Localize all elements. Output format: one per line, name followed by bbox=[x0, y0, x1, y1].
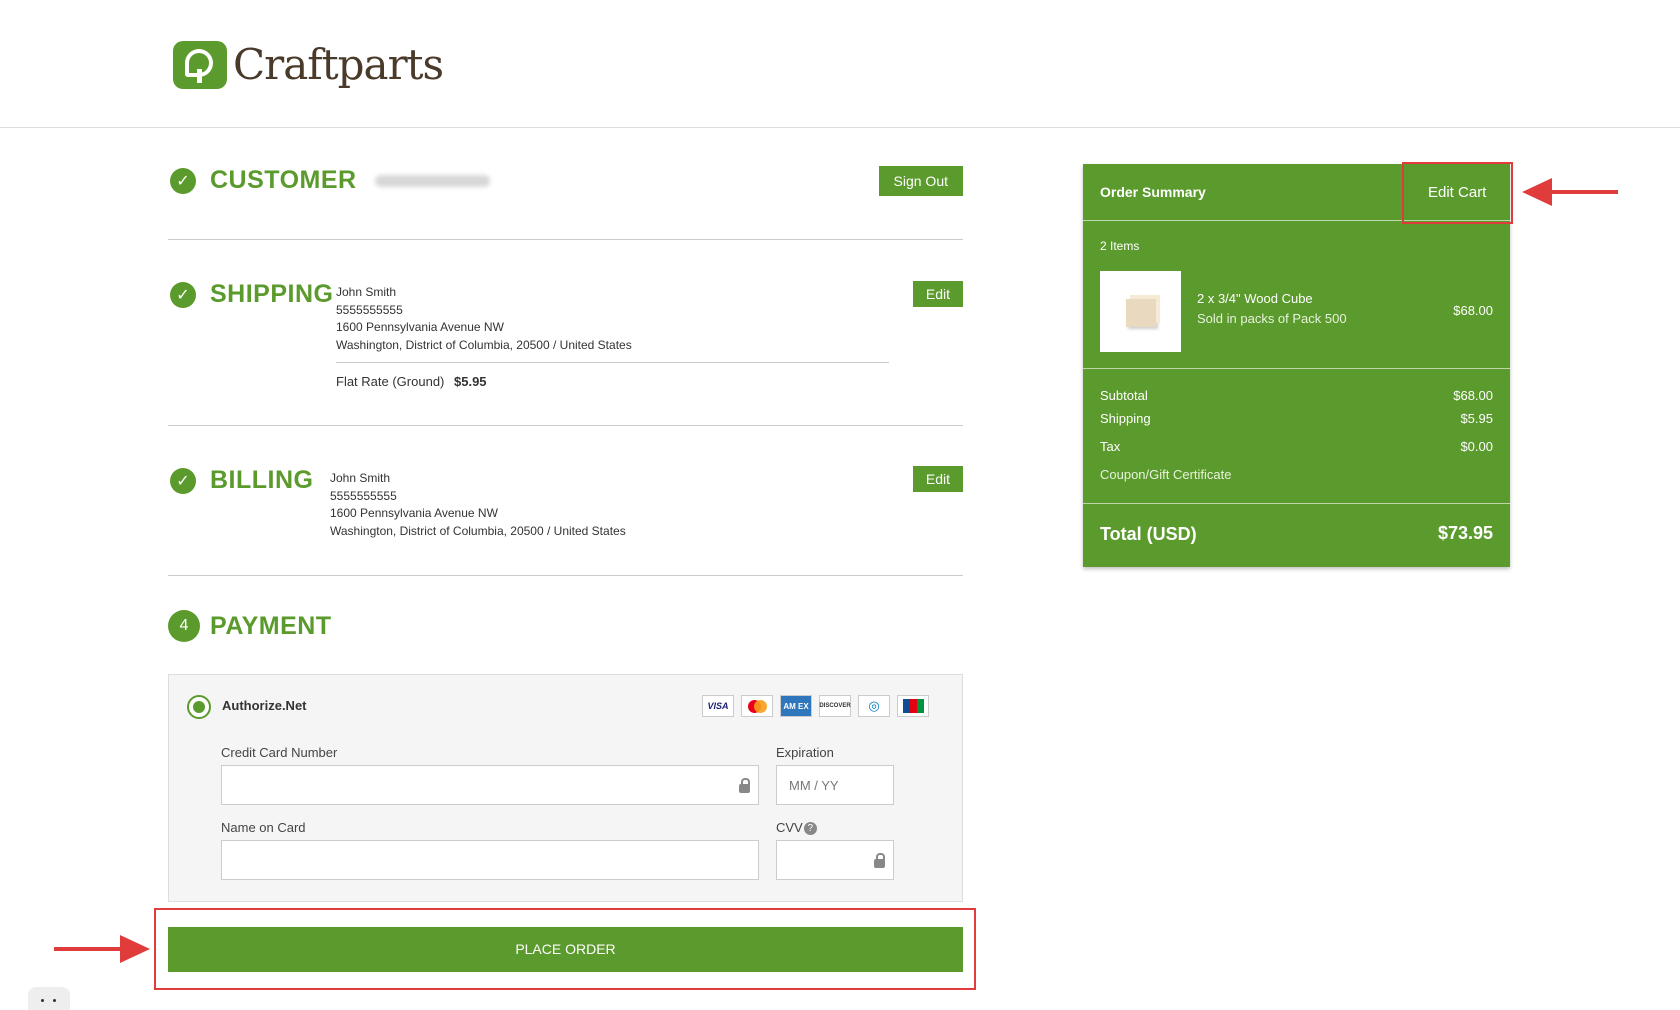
coupon-link[interactable]: Coupon/Gift Certificate bbox=[1100, 467, 1232, 482]
item-subtitle: Sold in packs of Pack 500 bbox=[1197, 311, 1347, 326]
shipping-method-price: $5.95 bbox=[454, 374, 487, 389]
name-on-card-input[interactable] bbox=[221, 840, 759, 880]
help-icon[interactable]: ? bbox=[803, 822, 817, 836]
product-thumbnail[interactable] bbox=[1100, 271, 1181, 352]
item-price: $68.00 bbox=[1453, 303, 1493, 318]
item-name: 2 x 3/4" Wood Cube bbox=[1197, 291, 1313, 306]
billing-heading: ✓ BILLING bbox=[170, 466, 314, 495]
billing-section: ✓ BILLING Edit John Smith 5555555555 160… bbox=[168, 464, 963, 564]
shipping-edit-button[interactable]: Edit bbox=[912, 281, 963, 307]
subtotal-value: $68.00 bbox=[1453, 388, 1493, 403]
authorize-net-radio[interactable] bbox=[187, 695, 211, 719]
card-number-input[interactable] bbox=[221, 765, 759, 805]
chat-widget-icon[interactable] bbox=[28, 987, 70, 1010]
shipping-city: Washington, District of Columbia, 20500 … bbox=[336, 337, 632, 352]
billing-edit-button[interactable]: Edit bbox=[912, 466, 963, 492]
jcb-icon bbox=[897, 695, 929, 717]
billing-phone: 5555555555 bbox=[330, 488, 397, 503]
shipping-heading: ✓ SHIPPING bbox=[170, 280, 333, 309]
lock-icon bbox=[739, 778, 750, 793]
tax-value: $0.00 bbox=[1460, 439, 1493, 454]
total-label: Total (USD) bbox=[1100, 524, 1197, 544]
shipping-value: $5.95 bbox=[1460, 411, 1493, 426]
divider bbox=[168, 425, 963, 426]
customer-section: ✓ CUSTOMER Sign Out bbox=[168, 164, 963, 244]
checkmark-icon: ✓ bbox=[170, 467, 196, 494]
diners-club-icon: ◎ bbox=[858, 695, 890, 717]
divider bbox=[1083, 368, 1510, 369]
wood-cube-image bbox=[1126, 299, 1156, 327]
payment-heading: 4 PAYMENT bbox=[168, 610, 332, 642]
sign-out-button[interactable]: Sign Out bbox=[878, 166, 963, 196]
cvv-label: CVV? bbox=[776, 820, 817, 836]
payment-method-box: Authorize.Net VISA AM EX DISCOVER ◎ Cred… bbox=[168, 674, 963, 902]
craftparts-logo[interactable]: Craftparts bbox=[173, 40, 444, 89]
amex-icon: AM EX bbox=[780, 695, 812, 717]
customer-title: CUSTOMER bbox=[210, 166, 357, 194]
total-value: $73.95 bbox=[1437, 523, 1493, 543]
divider bbox=[1083, 503, 1510, 504]
order-summary-panel: Order Summary Edit Cart 2 Items 2 x 3/4"… bbox=[1083, 164, 1510, 567]
expiration-input[interactable]: MM / YY bbox=[776, 765, 894, 805]
divider bbox=[336, 362, 889, 363]
name-on-card-label: Name on Card bbox=[221, 820, 306, 835]
customer-email-blurred bbox=[374, 174, 490, 187]
payment-method-name: Authorize.Net bbox=[222, 698, 307, 713]
customer-heading: ✓ CUSTOMER bbox=[170, 166, 490, 195]
order-summary-title: Order Summary bbox=[1100, 184, 1206, 200]
logo-text: Craftparts bbox=[233, 40, 444, 89]
mastercard-icon bbox=[741, 695, 773, 717]
cvv-label-text: CVV bbox=[776, 820, 803, 835]
payment-title: PAYMENT bbox=[210, 611, 332, 640]
shipping-street: 1600 Pennsylvania Avenue NW bbox=[336, 320, 504, 334]
checkmark-icon: ✓ bbox=[170, 281, 196, 308]
divider bbox=[168, 575, 963, 576]
expiration-label: Expiration bbox=[776, 745, 834, 760]
divider bbox=[168, 239, 963, 240]
billing-title: BILLING bbox=[210, 466, 314, 494]
billing-street: 1600 Pennsylvania Avenue NW bbox=[330, 506, 498, 520]
place-order-button[interactable]: PLACE ORDER bbox=[168, 927, 963, 972]
visa-icon: VISA bbox=[702, 695, 734, 717]
shipping-method: Flat Rate (Ground) $5.95 bbox=[336, 374, 487, 389]
annotation-arrow-right-icon bbox=[120, 935, 150, 963]
shipping-phone: 5555555555 bbox=[336, 302, 403, 317]
cvv-input[interactable] bbox=[776, 840, 894, 880]
shipping-section: ✓ SHIPPING Edit John Smith 5555555555 16… bbox=[168, 278, 963, 408]
site-header: Craftparts bbox=[0, 0, 1680, 128]
subtotal-label: Subtotal bbox=[1100, 388, 1148, 403]
edit-cart-highlight bbox=[1402, 162, 1513, 224]
tree-logo-icon bbox=[173, 40, 227, 89]
annotation-arrow-shaft bbox=[1548, 190, 1618, 194]
annotation-arrow-shaft bbox=[54, 947, 124, 951]
tax-label: Tax bbox=[1100, 439, 1121, 454]
expiration-placeholder: MM / YY bbox=[789, 777, 839, 793]
shipping-title: SHIPPING bbox=[210, 280, 334, 308]
shipping-address: John Smith 5555555555 1600 Pennsylvania … bbox=[336, 284, 632, 354]
step-number-badge: 4 bbox=[168, 610, 200, 642]
card-number-label: Credit Card Number bbox=[221, 745, 338, 760]
items-count: 2 Items bbox=[1100, 239, 1140, 253]
shipping-label: Shipping bbox=[1100, 411, 1151, 426]
checkmark-icon: ✓ bbox=[170, 167, 196, 194]
billing-address: John Smith 5555555555 1600 Pennsylvania … bbox=[330, 470, 626, 540]
billing-city: Washington, District of Columbia, 20500 … bbox=[330, 523, 626, 538]
lock-icon bbox=[874, 853, 885, 868]
discover-icon: DISCOVER bbox=[819, 695, 851, 717]
accepted-cards: VISA AM EX DISCOVER ◎ bbox=[702, 695, 929, 717]
billing-name: John Smith bbox=[330, 471, 391, 485]
shipping-name: John Smith bbox=[336, 285, 397, 299]
shipping-method-name: Flat Rate (Ground) bbox=[336, 374, 445, 389]
